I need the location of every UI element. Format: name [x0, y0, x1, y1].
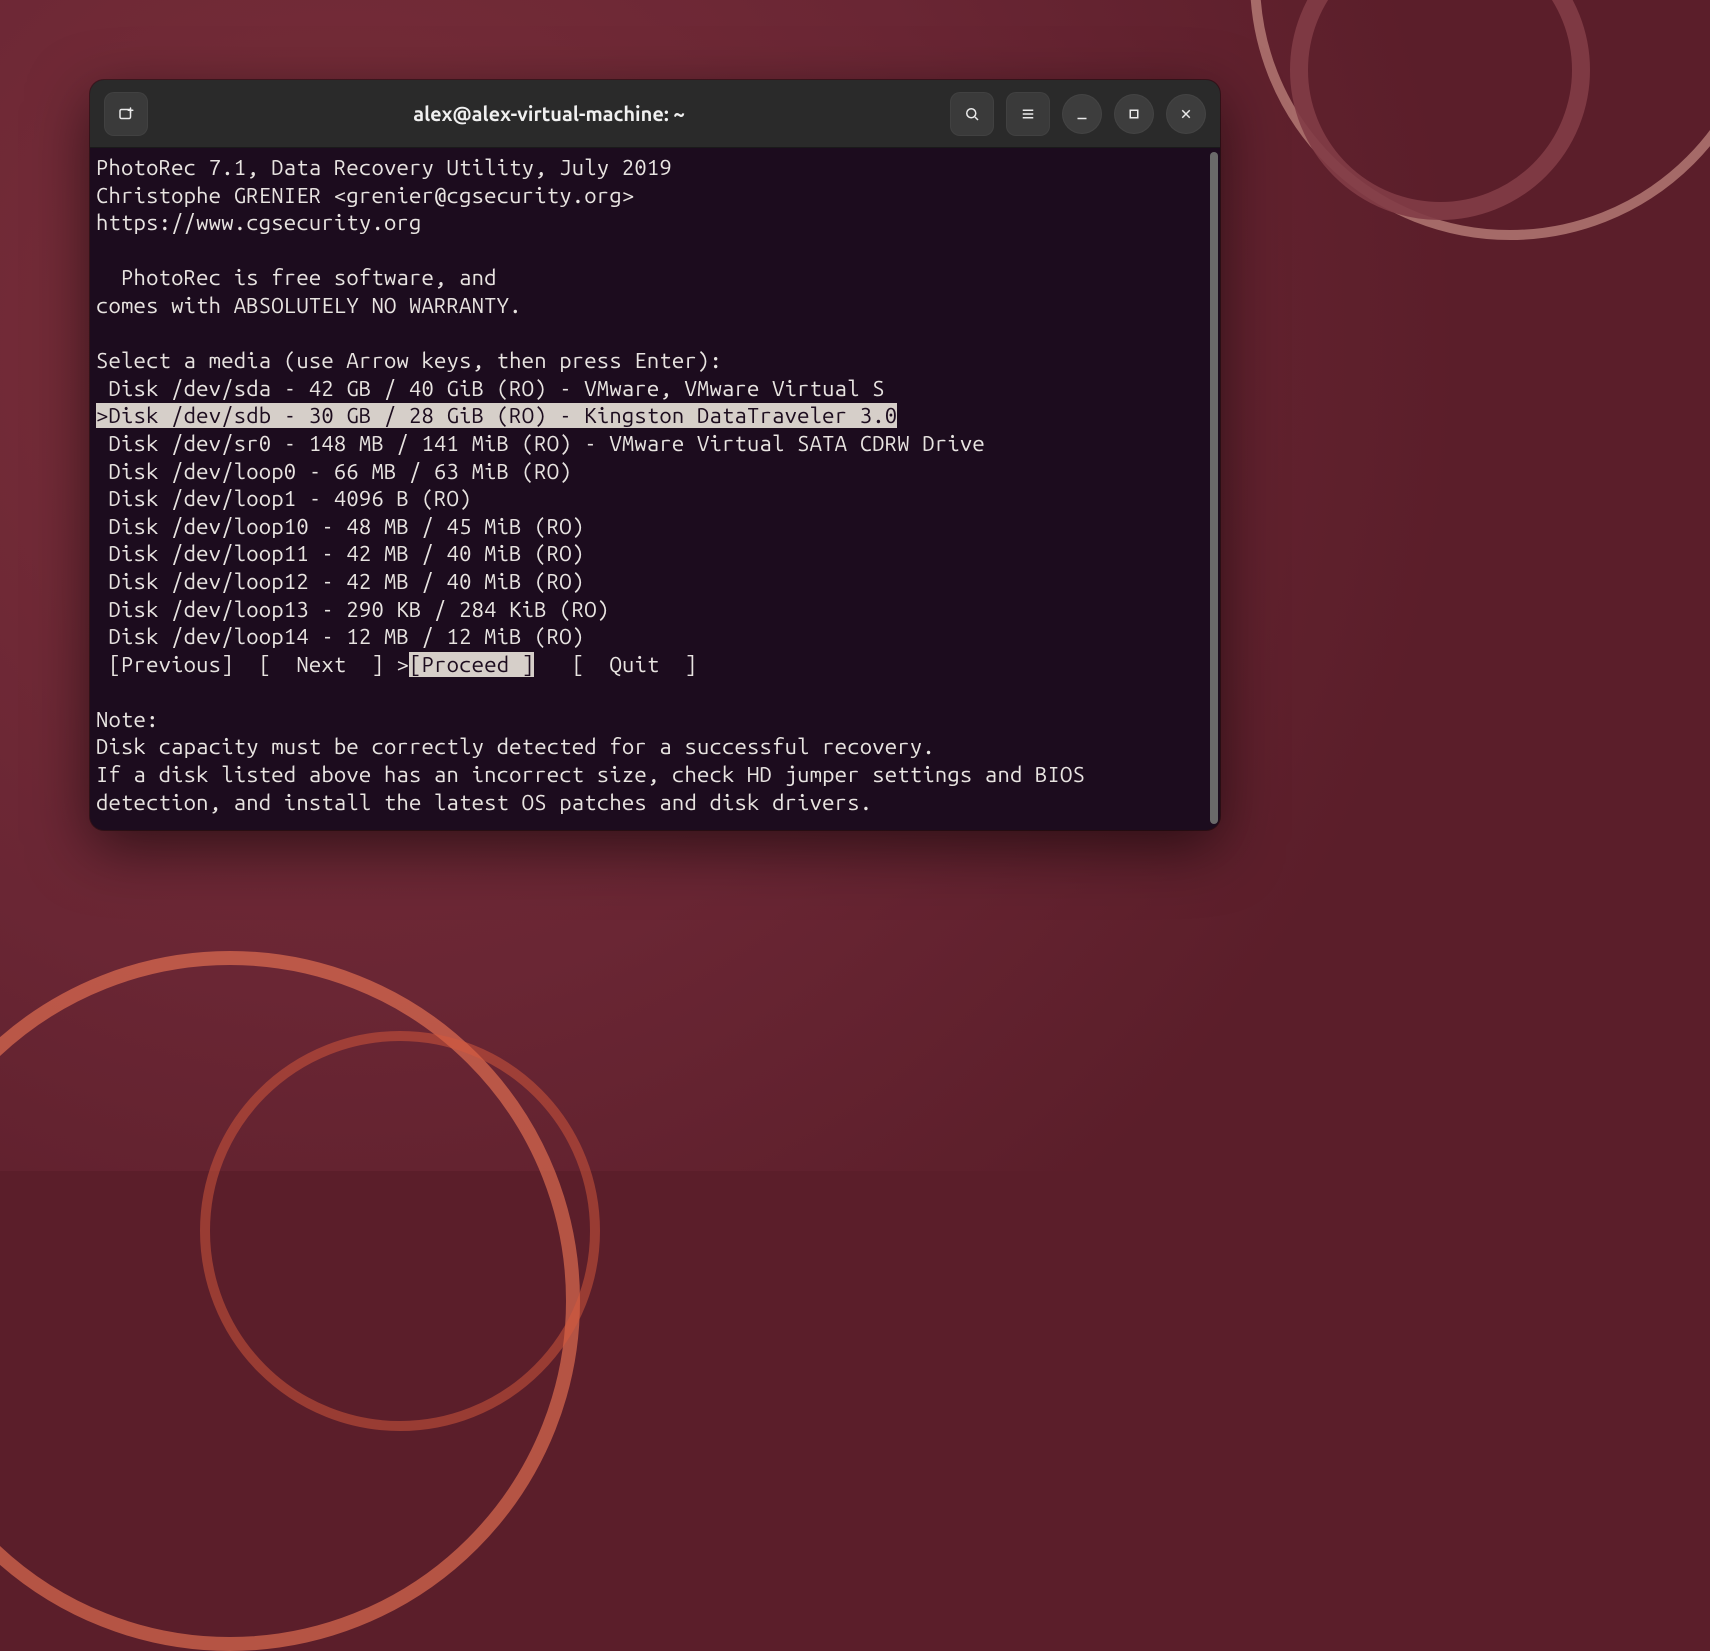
disk-row[interactable]: Disk /dev/loop10 - 48 MB / 45 MiB (RO)	[96, 513, 1204, 541]
note-line: Disk capacity must be correctly detected…	[96, 733, 1204, 761]
selection-marker: >	[96, 403, 109, 428]
blank-line	[96, 320, 1204, 348]
search-icon	[963, 105, 981, 123]
menu-next[interactable]: [ Next ]	[246, 652, 396, 677]
minimize-icon	[1073, 105, 1091, 123]
disk-row[interactable]: Disk /dev/loop13 - 290 KB / 284 KiB (RO)	[96, 596, 1204, 624]
terminal-body-wrap: PhotoRec 7.1, Data Recovery Utility, Jul…	[90, 148, 1220, 830]
terminal-scrollbar[interactable]	[1208, 148, 1220, 830]
header-line: Christophe GRENIER <grenier@cgsecurity.o…	[96, 182, 1204, 210]
wallpaper-decoration	[200, 1031, 600, 1431]
terminal-output[interactable]: PhotoRec 7.1, Data Recovery Utility, Jul…	[90, 148, 1208, 830]
minimize-button[interactable]	[1062, 94, 1102, 134]
warranty-line: comes with ABSOLUTELY NO WARRANTY.	[96, 292, 1204, 320]
note-line: If a disk listed above has an incorrect …	[96, 761, 1204, 789]
menu-previous[interactable]: [Previous]	[96, 652, 246, 677]
note-line: detection, and install the latest OS pat…	[96, 789, 1204, 817]
maximize-icon	[1125, 105, 1143, 123]
titlebar: alex@alex-virtual-machine: ~	[90, 80, 1220, 148]
header-line: PhotoRec 7.1, Data Recovery Utility, Jul…	[96, 154, 1204, 182]
disk-row[interactable]: Disk /dev/sr0 - 148 MB / 141 MiB (RO) - …	[96, 430, 1204, 458]
disk-row-text: Disk /dev/sdb - 30 GB / 28 GiB (RO) - Ki…	[109, 403, 898, 428]
hamburger-icon	[1019, 105, 1037, 123]
menu-quit[interactable]: [ Quit ]	[559, 652, 697, 677]
disk-row[interactable]: Disk /dev/loop0 - 66 MB / 63 MiB (RO)	[96, 458, 1204, 486]
disk-row[interactable]: Disk /dev/loop12 - 42 MB / 40 MiB (RO)	[96, 568, 1204, 596]
window-title: alex@alex-virtual-machine: ~	[158, 102, 940, 125]
disk-row[interactable]: Disk /dev/loop11 - 42 MB / 40 MiB (RO)	[96, 540, 1204, 568]
note-title: Note:	[96, 706, 1204, 734]
menu-button[interactable]	[1006, 92, 1050, 136]
disk-row-selected[interactable]: >Disk /dev/sdb - 30 GB / 28 GiB (RO) - K…	[96, 402, 1204, 430]
menu-row: [Previous] [ Next ] >[Proceed ] [ Quit ]	[96, 651, 1204, 679]
select-prompt: Select a media (use Arrow keys, then pre…	[96, 347, 1204, 375]
disk-row[interactable]: Disk /dev/loop14 - 12 MB / 12 MiB (RO)	[96, 623, 1204, 651]
search-button[interactable]	[950, 92, 994, 136]
warranty-line: PhotoRec is free software, and	[96, 264, 1204, 292]
close-button[interactable]	[1166, 94, 1206, 134]
new-tab-icon	[117, 105, 135, 123]
disk-row[interactable]: Disk /dev/loop1 - 4096 B (RO)	[96, 485, 1204, 513]
menu-proceed[interactable]: >[Proceed ]	[397, 652, 535, 677]
terminal-window: alex@alex-virtual-machine: ~	[90, 80, 1220, 830]
blank-line	[96, 237, 1204, 265]
disk-row[interactable]: Disk /dev/sda - 42 GB / 40 GiB (RO) - VM…	[96, 375, 1204, 403]
blank-line	[96, 678, 1204, 706]
titlebar-right-group	[950, 92, 1206, 136]
new-tab-button[interactable]	[104, 92, 148, 136]
scrollbar-thumb[interactable]	[1210, 152, 1218, 824]
maximize-button[interactable]	[1114, 94, 1154, 134]
close-icon	[1177, 105, 1195, 123]
header-line: https://www.cgsecurity.org	[96, 209, 1204, 237]
